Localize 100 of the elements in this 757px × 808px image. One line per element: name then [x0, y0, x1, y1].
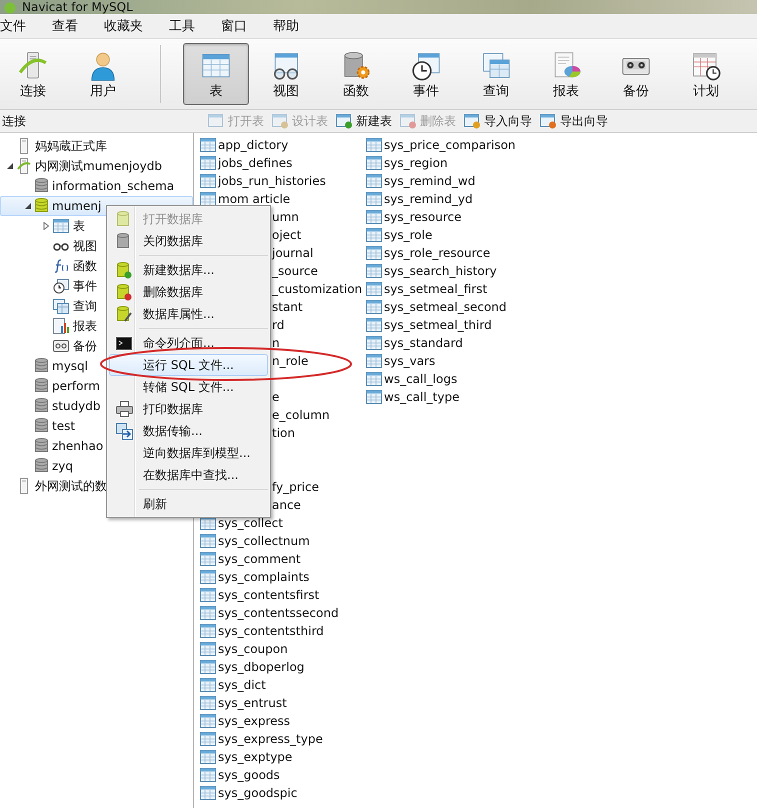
toolbar-button[interactable]: 连接: [0, 43, 66, 105]
table-item[interactable]: sys_role_resource: [366, 244, 566, 262]
table-item[interactable]: sys_remind_wd: [366, 172, 566, 190]
table-icon: [208, 114, 225, 128]
table-name: ance: [272, 498, 301, 512]
toolbar-button[interactable]: 备份: [603, 43, 669, 105]
table-item[interactable]: ws_call_type: [366, 388, 566, 406]
table-item[interactable]: sys_contentsfirst: [200, 586, 366, 604]
table-item[interactable]: sys_standard: [366, 334, 566, 352]
toolbar-button[interactable]: 报表: [533, 43, 599, 105]
table-item[interactable]: sys_region: [366, 154, 566, 172]
table-icon: [200, 552, 216, 566]
toolbar-button[interactable]: 计划: [673, 43, 739, 105]
table-item[interactable]: sys_contentssecond: [200, 604, 366, 622]
transfer-icon: [116, 422, 132, 440]
table-item[interactable]: sys_complaints: [200, 568, 366, 586]
table-item[interactable]: jobs_run_histories: [200, 172, 366, 190]
clock-icon: [53, 278, 69, 294]
table-item[interactable]: app_dictory: [200, 136, 366, 154]
query-icon: [53, 298, 69, 314]
table-delete-icon: [400, 114, 417, 128]
context-menu-item[interactable]: 数据传输...: [109, 420, 268, 442]
table-item[interactable]: sys_vars: [366, 352, 566, 370]
app-icon: [4, 2, 16, 14]
context-menu-item[interactable]: 运行 SQL 文件...: [109, 354, 268, 376]
action-button[interactable]: 导出向导: [537, 112, 611, 130]
context-menu-item[interactable]: 删除数据库: [109, 281, 268, 303]
glasses-icon: [53, 241, 69, 251]
toolbar-button[interactable]: 事件: [393, 43, 459, 105]
table-item[interactable]: sys_coupon: [200, 640, 366, 658]
table-item[interactable]: sys_entrust: [200, 694, 366, 712]
context-menu-item[interactable]: 新建数据库...: [109, 259, 268, 281]
table-item[interactable]: sys_search_history: [366, 262, 566, 280]
tree-item[interactable]: 妈妈蔵正式库: [0, 136, 193, 156]
table-item[interactable]: sys_express_type: [200, 730, 366, 748]
table-item[interactable]: sys_goods: [200, 766, 366, 784]
action-button[interactable]: 新建表: [333, 112, 395, 130]
table-item[interactable]: sys_setmeal_third: [366, 316, 566, 334]
table-icon: [366, 192, 382, 206]
table-item[interactable]: sys_exptype: [200, 748, 366, 766]
database-delete-icon: [116, 283, 132, 301]
table-icon: [366, 174, 382, 188]
table-icon: [200, 750, 216, 764]
expand-arrow-icon[interactable]: [42, 222, 50, 230]
table-item[interactable]: sys_resource: [366, 208, 566, 226]
context-menu-item[interactable]: 命令列介面...: [109, 332, 268, 354]
table-item[interactable]: sys_dboperlog: [200, 658, 366, 676]
table-name: e_column: [272, 408, 330, 422]
toolbar-button[interactable]: 函数: [323, 43, 389, 105]
table-name: rd: [272, 318, 284, 332]
table-icon: [200, 138, 216, 152]
table-item[interactable]: sys_setmeal_first: [366, 280, 566, 298]
menu-item[interactable]: 收藏夹: [104, 15, 143, 37]
table-item[interactable]: sys_remind_yd: [366, 190, 566, 208]
menu-item[interactable]: 窗口: [221, 15, 247, 37]
collapse-arrow-icon[interactable]: [24, 202, 32, 210]
table-name: stant: [272, 300, 303, 314]
table-item[interactable]: jobs_defines: [200, 154, 366, 172]
context-menu-item[interactable]: 关闭数据库: [109, 230, 268, 252]
table-item[interactable]: ws_call_logs: [366, 370, 566, 388]
toolbar-button[interactable]: 用户: [70, 43, 136, 105]
menu-item[interactable]: 帮助: [273, 15, 299, 37]
table-item[interactable]: sys_goodspic: [200, 784, 366, 802]
table-item[interactable]: sys_dict: [200, 676, 366, 694]
table-name: e: [272, 390, 280, 404]
menu-item[interactable]: 查看: [52, 15, 78, 37]
table-icon: [200, 570, 216, 584]
cassette-icon: [53, 340, 69, 352]
table-item[interactable]: sys_comment: [200, 550, 366, 568]
table-icon: [200, 534, 216, 548]
tree-item[interactable]: information_schema: [0, 176, 193, 196]
table-item[interactable]: sys_express: [200, 712, 366, 730]
table-name: oject: [272, 228, 302, 242]
context-menu-item[interactable]: 数据库属性...: [109, 303, 268, 325]
context-menu-item[interactable]: 转储 SQL 文件...: [109, 376, 268, 398]
action-button[interactable]: 导入向导: [461, 112, 535, 130]
menu-item[interactable]: 文件: [0, 15, 26, 37]
database-plus-icon: [116, 261, 132, 279]
context-menu-item[interactable]: 打印数据库: [109, 398, 268, 420]
context-menu-item[interactable]: 逆向数据库到模型...: [109, 442, 268, 464]
table-name: _source: [272, 264, 318, 278]
collapse-arrow-icon[interactable]: [6, 162, 14, 170]
toolbar-button[interactable]: 表: [183, 43, 249, 105]
table-item[interactable]: sys_role: [366, 226, 566, 244]
table-icon: [200, 696, 216, 710]
tree-item[interactable]: 内网测试mumenjoydb: [0, 156, 193, 176]
database-icon: [116, 210, 132, 228]
toolbar-button[interactable]: 查询: [463, 43, 529, 105]
table-item[interactable]: sys_collectnum: [200, 532, 366, 550]
table-icon: [366, 390, 382, 404]
context-menu-item[interactable]: 在数据库中查找...: [109, 464, 268, 486]
table-item[interactable]: sys_contentsthird: [200, 622, 366, 640]
toolbar-button[interactable]: 视图: [253, 43, 319, 105]
context-menu-item[interactable]: 刷新: [109, 493, 268, 515]
table-item[interactable]: sys_price_comparison: [366, 136, 566, 154]
table-item[interactable]: sys_setmeal_second: [366, 298, 566, 316]
table-name: umn: [272, 210, 299, 224]
menu-item[interactable]: 工具: [169, 15, 195, 37]
table-icon: [200, 174, 216, 188]
table-icon: [200, 714, 216, 728]
